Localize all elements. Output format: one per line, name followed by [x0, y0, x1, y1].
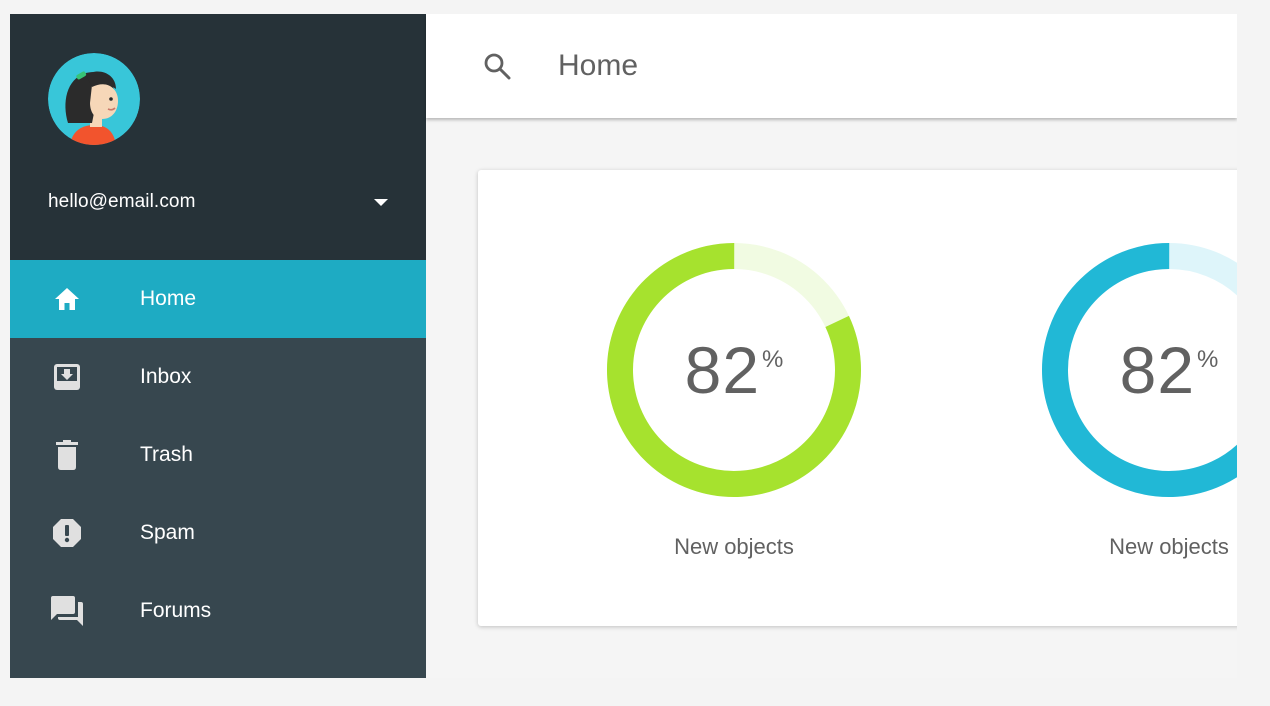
spam-icon [50, 516, 84, 550]
stat-value: 82% [1041, 242, 1237, 498]
account-switcher[interactable]: hello@email.com [48, 190, 390, 214]
stat-number: 82 [684, 333, 761, 407]
caret-down-icon[interactable] [374, 198, 388, 206]
sidebar-item-home[interactable]: Home [10, 260, 426, 338]
inbox-icon [50, 360, 84, 394]
sidebar: hello@email.com Home Inbox Trash Spam Fo… [10, 14, 426, 678]
stat-unit: % [762, 346, 784, 373]
account-email: hello@email.com [48, 191, 196, 212]
search-icon[interactable] [480, 49, 514, 83]
app-window: hello@email.com Home Inbox Trash Spam Fo… [10, 14, 1237, 678]
sidebar-item-label: Forums [140, 599, 212, 622]
stat-label: New objects [1109, 534, 1229, 559]
stat-value: 82% [606, 242, 862, 498]
stat-unit: % [1197, 346, 1219, 373]
nav-menu: Home Inbox Trash Spam Forums [10, 260, 426, 650]
page-title: Home [558, 49, 639, 82]
top-app-bar: Home [426, 14, 1237, 118]
forum-icon [50, 594, 84, 628]
sidebar-item-label: Spam [140, 521, 195, 544]
avatar[interactable] [48, 53, 140, 145]
main-content: Home 82% New objects 82% New objects [426, 14, 1237, 678]
stat-widget: 82% New objects [1041, 242, 1237, 572]
sidebar-item-spam[interactable]: Spam [10, 494, 426, 572]
sidebar-item-forums[interactable]: Forums [10, 572, 426, 650]
account-header: hello@email.com [10, 14, 426, 260]
stat-label: New objects [674, 534, 794, 559]
sidebar-item-trash[interactable]: Trash [10, 416, 426, 494]
stat-widget: 82% New objects [606, 242, 862, 572]
stats-card: 82% New objects 82% New objects [478, 170, 1237, 626]
sidebar-item-label: Trash [140, 443, 193, 466]
sidebar-item-inbox[interactable]: Inbox [10, 338, 426, 416]
trash-icon [50, 438, 84, 472]
sidebar-item-label: Home [140, 287, 197, 310]
home-icon [50, 282, 84, 316]
stat-number: 82 [1119, 333, 1196, 407]
sidebar-item-label: Inbox [140, 365, 192, 388]
